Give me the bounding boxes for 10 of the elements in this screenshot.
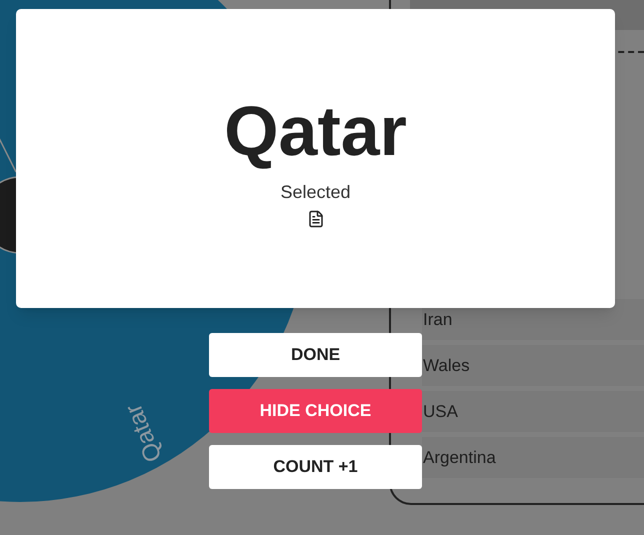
action-button[interactable]: HIDE CHOICE	[209, 389, 422, 433]
list-item[interactable]: Wales	[422, 345, 644, 386]
list-item[interactable]: Argentina	[422, 437, 644, 478]
list-item[interactable]: USA	[422, 391, 644, 432]
wheel-label: Qatar	[120, 400, 168, 466]
action-button[interactable]: COUNT +1	[209, 445, 422, 489]
status-label: Selected	[280, 181, 351, 204]
action-button[interactable]: DONE	[209, 333, 422, 377]
dialog-title: Qatar	[224, 91, 407, 171]
document-icon[interactable]	[306, 210, 324, 228]
